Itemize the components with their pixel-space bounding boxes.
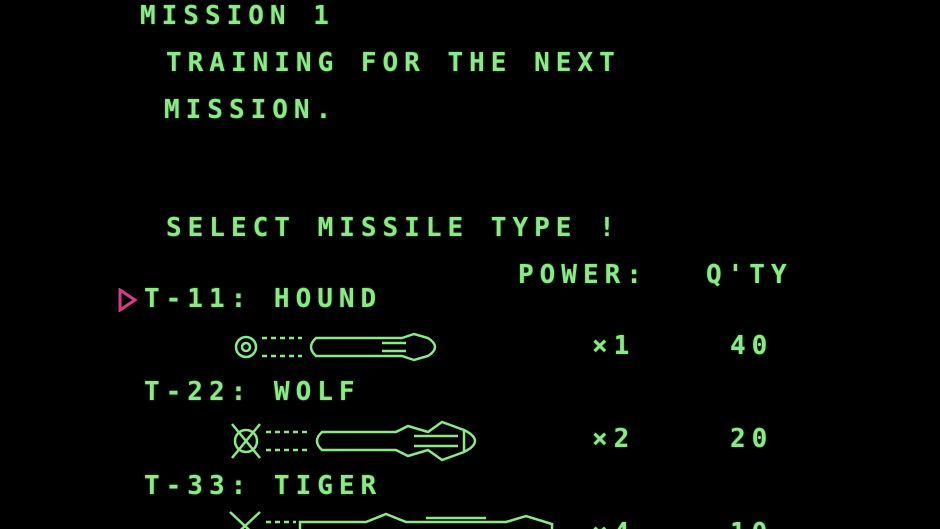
missile-medium-icon <box>231 420 477 462</box>
select-missile-prompt: SELECT MISSILE TYPE ! <box>166 213 621 243</box>
missile-name: T-11: HOUND <box>144 284 383 314</box>
power-column-header: POWER: <box>518 260 648 290</box>
missile-power: ×1 <box>592 331 636 361</box>
mission-title: MISSION 1 <box>140 1 335 31</box>
missile-quantity: 10 <box>730 520 773 529</box>
missile-power: ×4 <box>592 520 635 529</box>
missile-quantity: 20 <box>730 424 774 454</box>
missile-name: T-33: TIGER <box>144 471 383 501</box>
missile-power: ×2 <box>592 424 636 454</box>
mission-description-line-2: MISSION. <box>164 95 338 125</box>
missile-quantity: 40 <box>730 331 774 361</box>
selection-cursor-icon <box>118 288 138 312</box>
missile-name: T-22: WOLF <box>144 377 361 407</box>
missile-select-screen: MISSION 1 TRAINING FOR THE NEXT MISSION.… <box>0 0 940 529</box>
missile-large-icon <box>229 511 554 529</box>
missile-small-icon <box>234 332 437 362</box>
quantity-column-header: Q'TY <box>706 260 793 290</box>
mission-description-line-1: TRAINING FOR THE NEXT <box>166 48 621 78</box>
